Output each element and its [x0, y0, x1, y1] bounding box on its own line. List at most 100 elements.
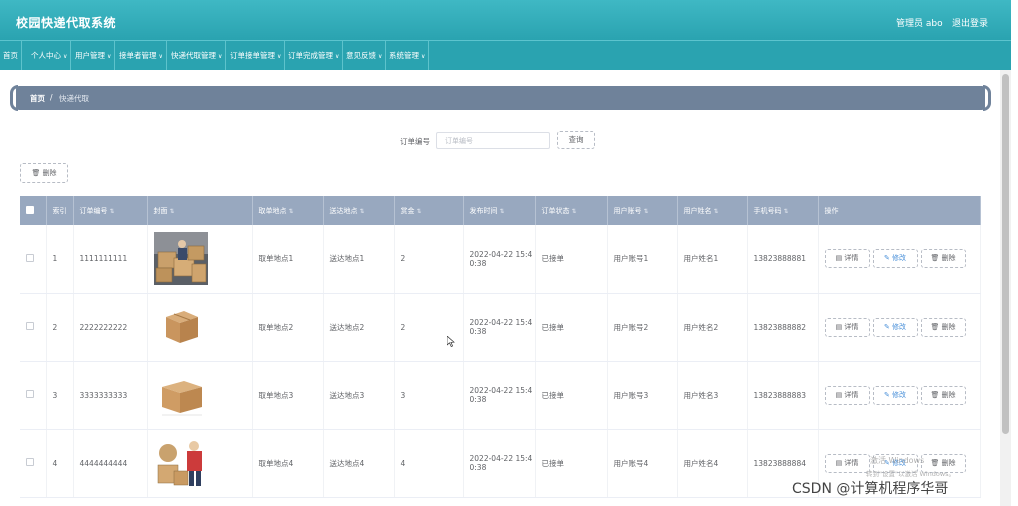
document-icon: ▤: [835, 322, 843, 331]
detail-label: 详情: [844, 458, 859, 467]
destination-cell: 送达地点3: [323, 361, 395, 430]
sort-arrows-icon[interactable]: ⇅: [417, 208, 422, 215]
nav-item-order-accept-management[interactable]: 订单接单管理 ∨: [227, 41, 286, 70]
detail-button[interactable]: ▤ 详情: [824, 453, 870, 473]
column-header[interactable]: 手机号码 ⇅: [747, 196, 819, 225]
publish-time-cell: 2022-04-22 15:4 0:38: [463, 429, 536, 498]
row-checkbox[interactable]: [26, 253, 34, 262]
sort-arrows-icon[interactable]: ⇅: [644, 208, 649, 215]
column-label: 封面: [153, 206, 168, 215]
sort-arrows-icon[interactable]: ⇅: [110, 208, 115, 215]
nav-item-personal-center[interactable]: 个人中心 ∨: [28, 41, 72, 70]
cover-image: [153, 300, 208, 354]
phone-cell: 13823888883: [747, 361, 819, 430]
column-header[interactable]: 赏金 ⇅: [394, 196, 464, 225]
trash-icon: 🗑: [930, 458, 940, 467]
nav-item-courier-management[interactable]: 接单者管理 ∨: [116, 41, 167, 70]
nav-item-pickup-management[interactable]: 快递代取管理 ∨: [168, 41, 227, 70]
column-header[interactable]: 用户账号 ⇅: [607, 196, 678, 225]
table-row: 1 1111111111 取单地点1 送达地点1 2 2022-04-22 15…: [20, 225, 981, 294]
row-checkbox[interactable]: [26, 458, 34, 466]
pickup-location-cell: 取单地点2: [252, 293, 324, 362]
nav-item-user-management[interactable]: 用户管理 ∨: [72, 41, 116, 70]
sort-arrows-icon[interactable]: ⇅: [572, 208, 577, 215]
delete-label: 删除: [941, 458, 956, 467]
page-scrollbar[interactable]: [1000, 70, 1011, 506]
sort-arrows-icon[interactable]: ⇅: [784, 208, 789, 215]
column-header[interactable]: 用户姓名 ⇅: [677, 196, 748, 225]
edit-button[interactable]: ✎ 修改: [872, 249, 918, 269]
pickup-location-cell: 取单地点3: [252, 361, 324, 430]
row-select-cell: [20, 293, 47, 362]
column-label: 用户姓名: [683, 206, 712, 215]
column-header[interactable]: 取单地点 ⇅: [252, 196, 324, 225]
detail-label: 详情: [844, 390, 859, 399]
column-header[interactable]: 订单状态 ⇅: [535, 196, 608, 225]
detail-button[interactable]: ▤ 详情: [824, 249, 870, 269]
nav-item-feedback[interactable]: 意见反馈 ∨: [343, 41, 387, 70]
column-header[interactable]: 封面 ⇅: [147, 196, 253, 225]
query-button[interactable]: 查询: [557, 131, 595, 149]
detail-button[interactable]: ▤ 详情: [824, 385, 870, 405]
chevron-down-icon: ∨: [421, 53, 426, 60]
publish-time-line: 0:38: [469, 258, 487, 268]
pencil-icon: ✎: [883, 390, 890, 399]
admin-user-label: 管理员 abo: [896, 19, 943, 29]
publish-time-line: 0:38: [469, 463, 487, 472]
scrollbar-thumb[interactable]: [1002, 74, 1009, 434]
column-label: 赏金: [400, 206, 415, 215]
bulk-delete-button[interactable]: 🗑 删除: [20, 163, 68, 183]
reward-cell: 3: [394, 361, 464, 430]
logout-link[interactable]: 退出登录: [952, 16, 988, 29]
actions-cell: ▤ 详情 ✎ 修改 🗑 删除: [818, 361, 981, 430]
window-edge: [1011, 0, 1018, 506]
row-select-cell: [20, 225, 47, 294]
bulk-delete-label: 删除: [42, 169, 57, 177]
breadcrumb: 首页 / 快递代取: [10, 85, 991, 111]
column-label: 订单编号: [79, 206, 108, 215]
detail-button[interactable]: ▤ 详情: [824, 317, 870, 337]
sort-arrows-icon[interactable]: ⇅: [170, 208, 175, 215]
select-all-checkbox[interactable]: [26, 205, 34, 214]
detail-label: 详情: [844, 254, 859, 263]
nav-item-order-complete-management[interactable]: 订单完成管理 ∨: [285, 41, 344, 70]
delete-button[interactable]: 🗑 删除: [920, 249, 966, 269]
nav-item-home[interactable]: 首页: [0, 41, 22, 70]
publish-time-cell: 2022-04-22 15:4 0:38: [463, 361, 536, 430]
user-name-cell: 用户姓名4: [677, 429, 748, 498]
mouse-cursor-icon: [447, 336, 455, 347]
column-header[interactable]: 订单编号 ⇅: [73, 196, 148, 225]
cover-cell: [147, 225, 253, 294]
breadcrumb-home-link[interactable]: 首页: [30, 93, 45, 104]
row-checkbox[interactable]: [26, 390, 34, 398]
order-number-search-input[interactable]: [436, 132, 550, 149]
sort-arrows-icon[interactable]: ⇅: [500, 208, 505, 215]
column-header[interactable]: 送达地点 ⇅: [323, 196, 395, 225]
chevron-down-icon: ∨: [218, 53, 223, 60]
column-label: 发布时间: [469, 206, 498, 215]
column-header[interactable]: 发布时间 ⇅: [463, 196, 536, 225]
select-all-cell: [20, 196, 47, 225]
edit-button[interactable]: ✎ 修改: [872, 385, 918, 405]
sort-arrows-icon[interactable]: ⇅: [289, 208, 294, 215]
breadcrumb-separator: /: [50, 93, 53, 102]
edit-button[interactable]: ✎ 修改: [872, 317, 918, 337]
index-cell: 3: [46, 361, 74, 430]
sort-arrows-icon[interactable]: ⇅: [714, 208, 719, 215]
trash-icon: 🗑: [930, 390, 940, 399]
nav-item-label: 订单完成管理: [288, 51, 333, 60]
nav-item-system-management[interactable]: 系统管理 ∨: [386, 41, 430, 70]
delete-button[interactable]: 🗑 删除: [920, 385, 966, 405]
trash-icon: 🗑: [930, 254, 940, 263]
order-number-cell: 1111111111: [73, 225, 148, 294]
user-name-cell: 用户姓名2: [677, 293, 748, 362]
row-checkbox[interactable]: [26, 322, 34, 330]
publish-time-line: 2022-04-22 15:4: [469, 386, 533, 395]
table-header-row: 索引 订单编号 ⇅ 封面 ⇅ 取单地点 ⇅ 送达地点 ⇅ 赏金 ⇅ 发布时间 ⇅ 订单状态 ⇅…: [20, 196, 981, 225]
publish-time-line: 2022-04-22 15:4: [469, 318, 533, 327]
user-account-cell: 用户账号2: [607, 293, 678, 362]
delete-button[interactable]: 🗑 删除: [920, 317, 966, 337]
sort-arrows-icon[interactable]: ⇅: [360, 208, 365, 215]
nav-item-label: 意见反馈: [346, 51, 376, 60]
pickup-location-cell: 取单地点1: [252, 225, 324, 294]
